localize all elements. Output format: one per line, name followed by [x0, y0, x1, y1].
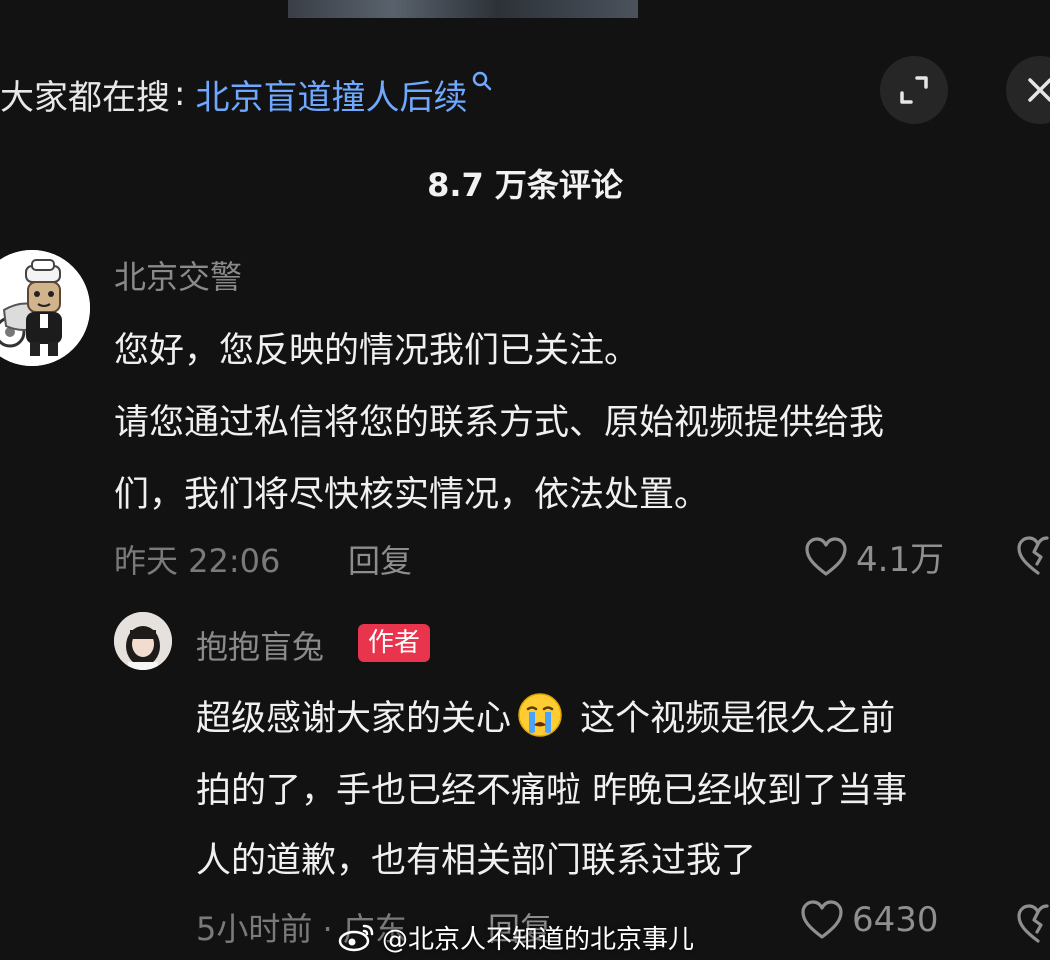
comment-text-line: 们，我们将尽快核实情况，依法处置。	[114, 475, 710, 515]
like-button[interactable]: 4.1万	[804, 532, 944, 581]
weibo-logo-icon	[338, 924, 374, 952]
comment-count-title: 8.7 万条评论	[427, 166, 623, 204]
search-icon	[473, 71, 492, 91]
search-hint-prefix: 大家都在搜	[0, 77, 170, 118]
like-button[interactable]: 6430	[800, 900, 939, 940]
comment-timestamp: 昨天 22:06	[114, 542, 281, 580]
comment-text-line: 请您通过私信将您的联系方式、原始视频提供给我	[114, 403, 885, 443]
search-hint-term[interactable]: 北京盲道撞人后续	[195, 70, 467, 119]
user-photo-avatar-icon	[114, 612, 172, 670]
expand-icon	[900, 76, 928, 104]
comment-username[interactable]: 抱抱盲兔	[196, 622, 324, 668]
comment-text-segment: 超级感谢大家的关心	[196, 699, 512, 739]
comment-text-line: 人的道歉，也有相关部门联系过我了	[196, 841, 757, 881]
expand-button[interactable]	[880, 56, 948, 124]
dislike-icon[interactable]	[1016, 536, 1050, 576]
comment-panel: 大家都在搜 : 北京盲道撞人后续 8.7 万条评论 北京交警 您好，您反映的情况…	[0, 0, 1050, 960]
heart-icon	[801, 900, 843, 939]
comment-username[interactable]: 北京交警	[114, 252, 242, 298]
author-badge: 作者	[358, 624, 431, 662]
police-cartoon-avatar-icon	[0, 250, 90, 366]
weibo-watermark: @北京人不知道的北京事儿	[338, 915, 694, 959]
comment-text-line: 拍的了，手也已经不痛啦 昨晚已经收到了当事	[196, 771, 908, 811]
like-count: 4.1万	[856, 540, 945, 580]
like-count: 6430	[852, 900, 939, 940]
close-button[interactable]	[1006, 56, 1050, 124]
heart-icon	[805, 536, 847, 576]
dislike-icon[interactable]	[1016, 904, 1050, 944]
comment-text-line: 超级感谢大家的关心 这个视频是很久之前	[196, 690, 895, 741]
crying-emoji-icon	[518, 693, 562, 737]
comment-text-segment: 这个视频是很久之前	[569, 699, 896, 739]
comment-text-line: 您好，您反映的情况我们已关注。	[114, 331, 640, 371]
search-hint-separator: :	[174, 74, 186, 114]
reply-button[interactable]: 回复	[348, 536, 412, 582]
close-icon	[1028, 78, 1050, 102]
avatar[interactable]	[114, 612, 172, 670]
video-preview-strip[interactable]	[288, 0, 638, 18]
trending-search-bar[interactable]: 大家都在搜 : 北京盲道撞人后续	[0, 66, 493, 122]
watermark-text: @北京人不知道的北京事儿	[382, 924, 695, 955]
avatar[interactable]	[0, 250, 90, 366]
